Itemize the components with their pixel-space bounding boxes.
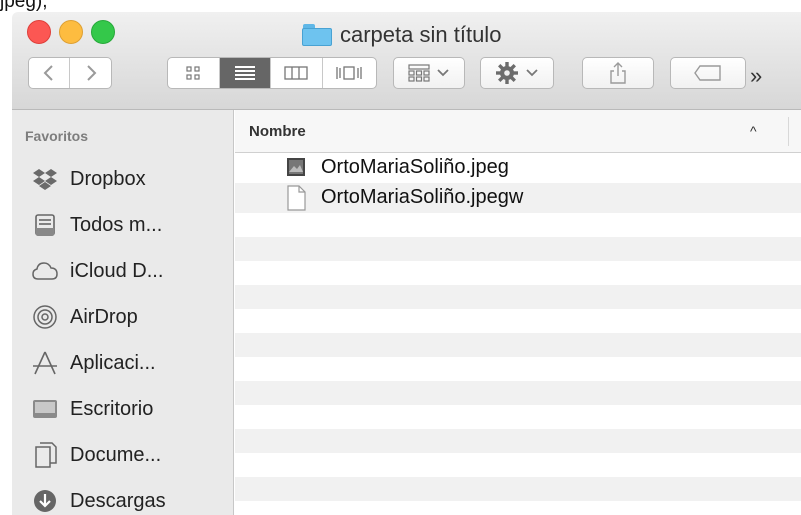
icon-view-icon (186, 66, 200, 80)
sidebar-item-documents[interactable]: Docume... (30, 438, 230, 472)
document-file-icon (285, 185, 307, 211)
arrange-grid-icon (408, 64, 430, 82)
applications-icon (30, 349, 60, 377)
sidebar-item-icloud[interactable]: iCloud D... (30, 254, 230, 288)
documents-icon (30, 441, 60, 469)
cover-flow-icon (336, 66, 362, 80)
cloud-icon (30, 257, 60, 285)
sidebar-item-label: Escritorio (70, 397, 154, 420)
folder-icon (302, 24, 332, 46)
sidebar: Favoritos Dropbox Todos m... iCloud D...… (12, 110, 234, 515)
toolbar: carpeta sin título » (12, 12, 801, 110)
gear-icon (496, 62, 518, 84)
sidebar-item-all-files[interactable]: Todos m... (30, 208, 230, 242)
sidebar-item-desktop[interactable]: Escritorio (30, 392, 230, 426)
row-stripe (235, 381, 801, 405)
back-forward-control (28, 57, 112, 89)
share-button[interactable] (582, 57, 654, 89)
dropbox-icon (30, 165, 60, 193)
action-button[interactable] (480, 57, 554, 89)
column-view-icon (284, 66, 308, 80)
column-header-bar: Nombre ^ (235, 110, 801, 153)
finder-window: carpeta sin título » Favoritos Dropbox T… (12, 12, 801, 515)
maximize-button[interactable] (91, 20, 115, 44)
window-title-text: carpeta sin título (340, 22, 502, 47)
row-stripe (235, 429, 801, 453)
minimize-button[interactable] (59, 20, 83, 44)
sidebar-item-applications[interactable]: Aplicaci... (30, 346, 230, 380)
list-view-button[interactable] (219, 58, 271, 88)
cropped-text-strip: jpeg), (0, 0, 801, 12)
downloads-icon (30, 487, 60, 515)
sidebar-item-label: Docume... (70, 443, 162, 466)
tag-icon (694, 65, 721, 81)
sidebar-header: Favoritos (25, 128, 89, 144)
cropped-text: jpeg), (0, 0, 48, 12)
image-file-icon (285, 155, 307, 179)
sidebar-item-label: iCloud D... (70, 259, 164, 282)
column-view-button[interactable] (271, 58, 323, 88)
view-mode-control (167, 57, 377, 89)
toolbar-overflow-button[interactable]: » (750, 63, 762, 89)
row-stripe (235, 261, 801, 285)
sidebar-item-label: Aplicaci... (70, 351, 156, 374)
sidebar-item-dropbox[interactable]: Dropbox (30, 162, 230, 196)
sidebar-item-label: Descargas (70, 489, 166, 512)
row-stripe (235, 405, 801, 429)
desktop-icon (30, 395, 60, 423)
file-name: OrtoMariaSoliño.jpeg (321, 155, 509, 178)
forward-button[interactable] (70, 58, 111, 88)
name-column-header[interactable]: Nombre (249, 123, 306, 140)
back-button[interactable] (29, 58, 71, 88)
arrange-button[interactable] (393, 57, 465, 89)
cover-flow-button[interactable] (323, 58, 376, 88)
sidebar-item-label: AirDrop (70, 305, 138, 328)
row-stripe (235, 237, 801, 261)
chevron-down-icon (526, 69, 538, 77)
sidebar-item-airdrop[interactable]: AirDrop (30, 300, 230, 334)
file-list: Nombre ^ OrtoMariaSoliño.jpeg OrtoMariaS… (235, 110, 801, 515)
row-stripe (235, 333, 801, 357)
sidebar-item-downloads[interactable]: Descargas (30, 484, 230, 515)
file-name: OrtoMariaSoliño.jpegw (321, 185, 524, 208)
all-files-icon (30, 211, 60, 239)
icon-view-button[interactable] (168, 58, 220, 88)
row-stripe (235, 357, 801, 381)
chevron-left-icon (43, 65, 53, 81)
column-divider[interactable] (788, 117, 789, 146)
sidebar-item-label: Dropbox (70, 167, 146, 190)
close-button[interactable] (27, 20, 51, 44)
row-stripe (235, 453, 801, 477)
airdrop-icon (30, 303, 60, 331)
list-view-icon (234, 66, 255, 80)
chevron-right-icon (86, 65, 96, 81)
file-row[interactable]: OrtoMariaSoliño.jpeg (235, 153, 801, 181)
chevron-down-icon (437, 69, 449, 77)
sort-indicator-icon[interactable]: ^ (750, 123, 757, 139)
row-stripe (235, 213, 801, 237)
window-title: carpeta sin título (302, 20, 501, 50)
sidebar-item-label: Todos m... (70, 213, 163, 236)
row-stripe (235, 309, 801, 333)
row-stripe (235, 477, 801, 501)
share-icon (610, 62, 626, 84)
file-row[interactable]: OrtoMariaSoliño.jpegw (235, 183, 801, 211)
row-stripe (235, 501, 801, 515)
tag-button[interactable] (670, 57, 746, 89)
row-stripe (235, 285, 801, 309)
